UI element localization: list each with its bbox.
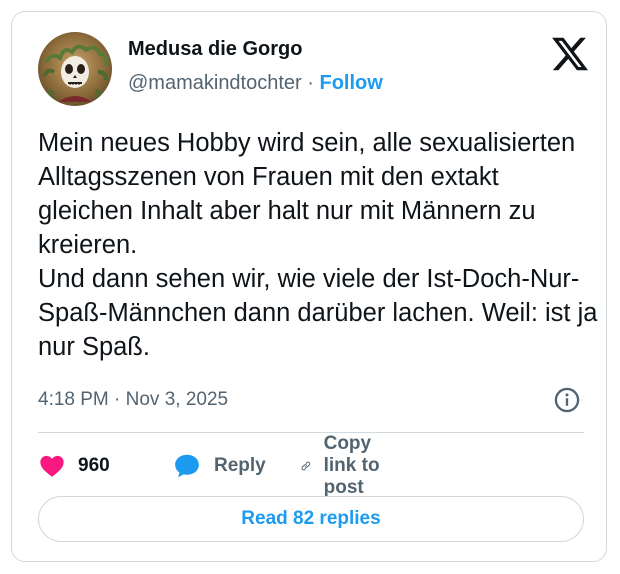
- copy-link-button[interactable]: Copy link to post: [300, 433, 388, 498]
- speech-bubble-icon: [175, 454, 199, 478]
- author-handle-row: @mamakindtochter · Follow: [128, 72, 383, 95]
- tweet-embed-card: Medusa die Gorgo @mamakindtochter · Foll…: [11, 11, 607, 562]
- tweet-timestamp[interactable]: 4:18 PM · Nov 3, 2025: [38, 389, 228, 411]
- x-logo-icon[interactable]: [550, 34, 590, 74]
- avatar[interactable]: [38, 32, 112, 106]
- link-icon: [301, 461, 311, 471]
- like-count: 960: [78, 455, 110, 476]
- reply-button[interactable]: Reply: [172, 446, 266, 486]
- read-replies-button[interactable]: Read 82 replies: [38, 496, 584, 542]
- copy-link-label: Copy link to post: [323, 433, 380, 498]
- medusa-avatar-image: [42, 44, 109, 102]
- author-handle[interactable]: @mamakindtochter: [128, 72, 302, 94]
- separator-dot: ·: [307, 72, 314, 94]
- author-display-name[interactable]: Medusa die Gorgo: [128, 38, 302, 61]
- reply-label: Reply: [214, 455, 266, 476]
- divider: [38, 432, 584, 433]
- info-icon[interactable]: [553, 386, 581, 414]
- follow-button[interactable]: Follow: [320, 72, 383, 94]
- heart-icon: [40, 455, 64, 477]
- like-button[interactable]: 960: [38, 446, 110, 486]
- tweet-text: Mein neues Hobby wird sein, alle sexuali…: [38, 129, 598, 361]
